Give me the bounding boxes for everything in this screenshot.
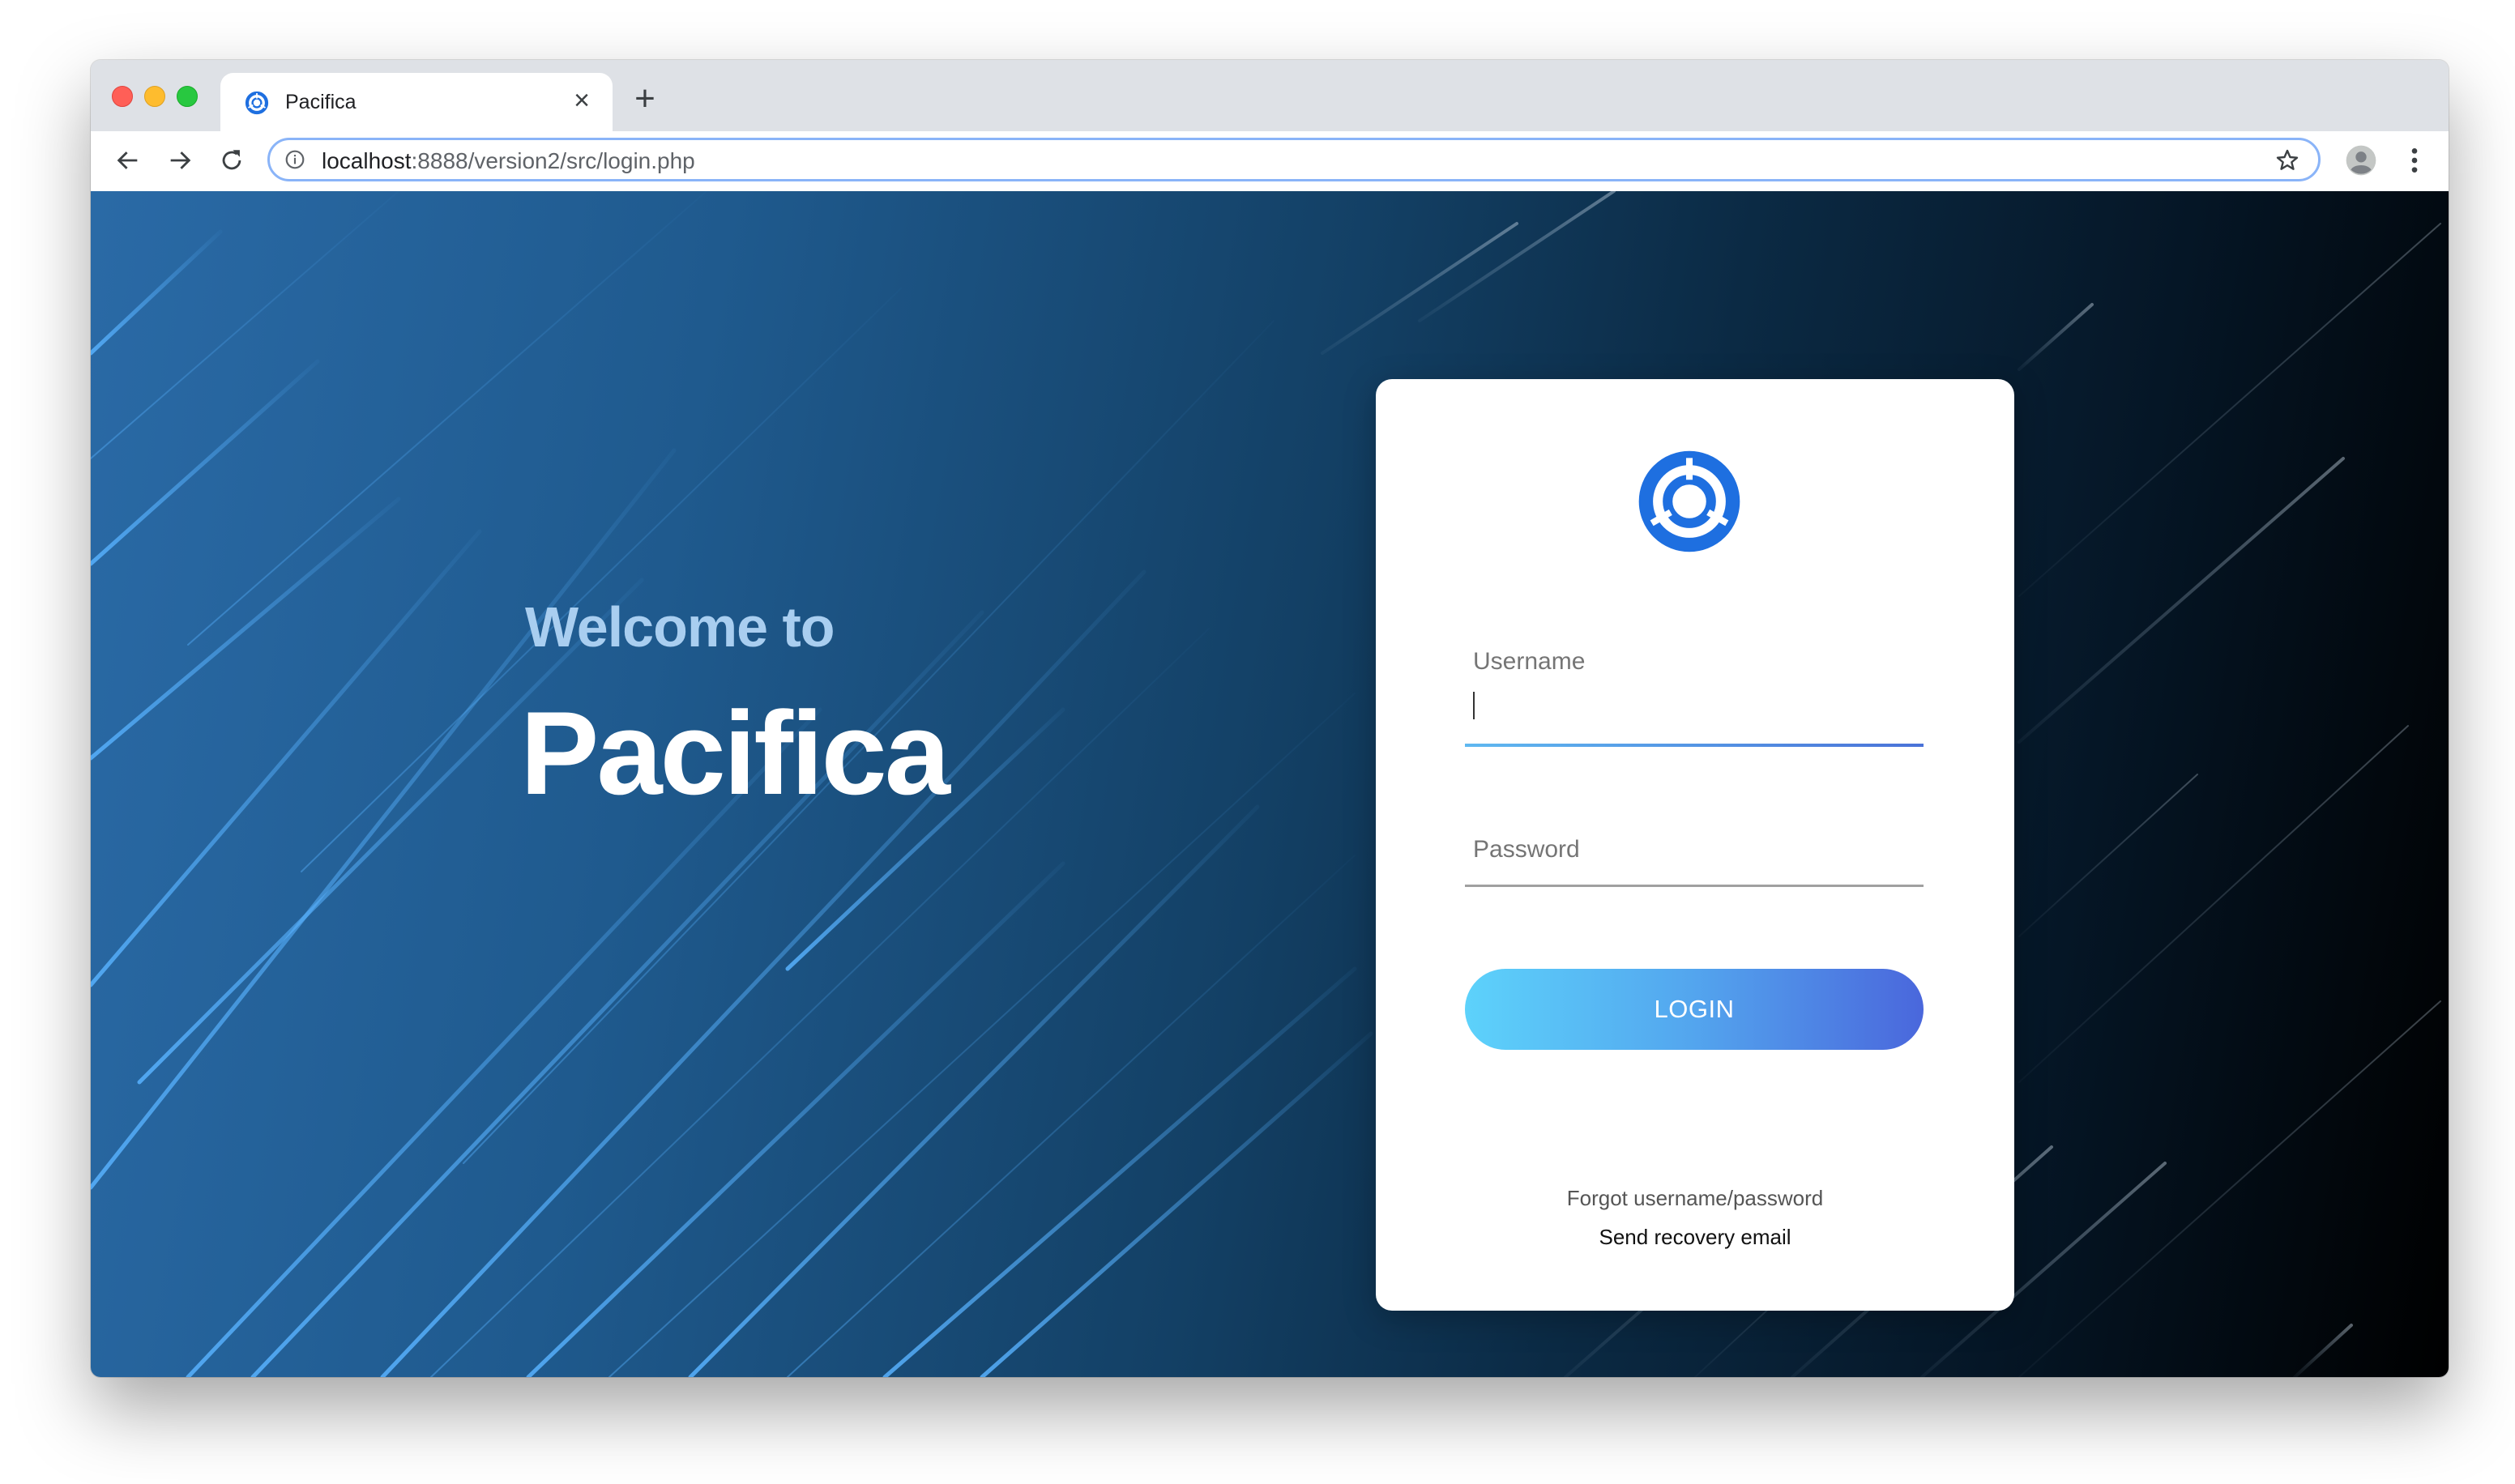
browser-window: Pacifica × + localhost:8888/version2/src… [91, 60, 2449, 1377]
tab-title: Pacifica [285, 91, 357, 113]
forward-button[interactable] [160, 141, 199, 180]
password-underline [1465, 885, 1924, 887]
browser-toolbar: localhost:8888/version2/src/login.php [91, 131, 2449, 192]
star-icon[interactable] [2274, 147, 2300, 173]
back-button[interactable] [109, 141, 147, 180]
url-text[interactable]: localhost:8888/version2/src/login.php [322, 148, 695, 174]
reload-icon [222, 150, 241, 170]
new-tab-button[interactable]: + [630, 81, 660, 117]
password-input[interactable] [1465, 865, 1924, 910]
reload-button[interactable] [212, 141, 251, 180]
close-tab-icon[interactable]: × [567, 86, 596, 115]
username-label: Username [1473, 648, 1586, 675]
login-page: Welcome to Pacifica Username Password LO… [91, 191, 2449, 1377]
forward-arrow-icon [170, 151, 191, 169]
profile-icon[interactable] [2345, 144, 2377, 177]
browser-tab[interactable]: Pacifica × [220, 73, 613, 131]
more-vert-icon[interactable] [2398, 143, 2431, 178]
welcome-heading: Welcome to [525, 595, 835, 659]
minimize-window-button[interactable] [144, 86, 165, 107]
text-caret [1473, 692, 1475, 719]
send-recovery-email-link[interactable]: Send recovery email [1376, 1225, 2014, 1250]
url-path: :8888/version2/src/login.php [411, 148, 695, 173]
close-window-button[interactable] [112, 86, 133, 107]
pacifica-logo-icon [1638, 450, 1740, 552]
app-name-heading: Pacifica [520, 687, 950, 819]
url-host: localhost [322, 148, 412, 173]
background-streaks [91, 191, 2441, 1377]
login-button[interactable]: LOGIN [1465, 969, 1924, 1050]
pacifica-logo-icon [245, 91, 269, 115]
login-card: Username Password LOGIN Forgot username/… [1376, 379, 2014, 1311]
info-icon[interactable] [284, 149, 305, 170]
username-input[interactable] [1465, 682, 1924, 727]
back-arrow-icon [117, 151, 138, 169]
username-underline [1465, 744, 1924, 747]
tab-strip: Pacifica × + [91, 60, 2449, 131]
address-bar[interactable]: localhost:8888/version2/src/login.php [267, 138, 2321, 181]
maximize-window-button[interactable] [177, 86, 198, 107]
forgot-credentials-text: Forgot username/password [1566, 1186, 1824, 1210]
password-label: Password [1473, 836, 1580, 863]
